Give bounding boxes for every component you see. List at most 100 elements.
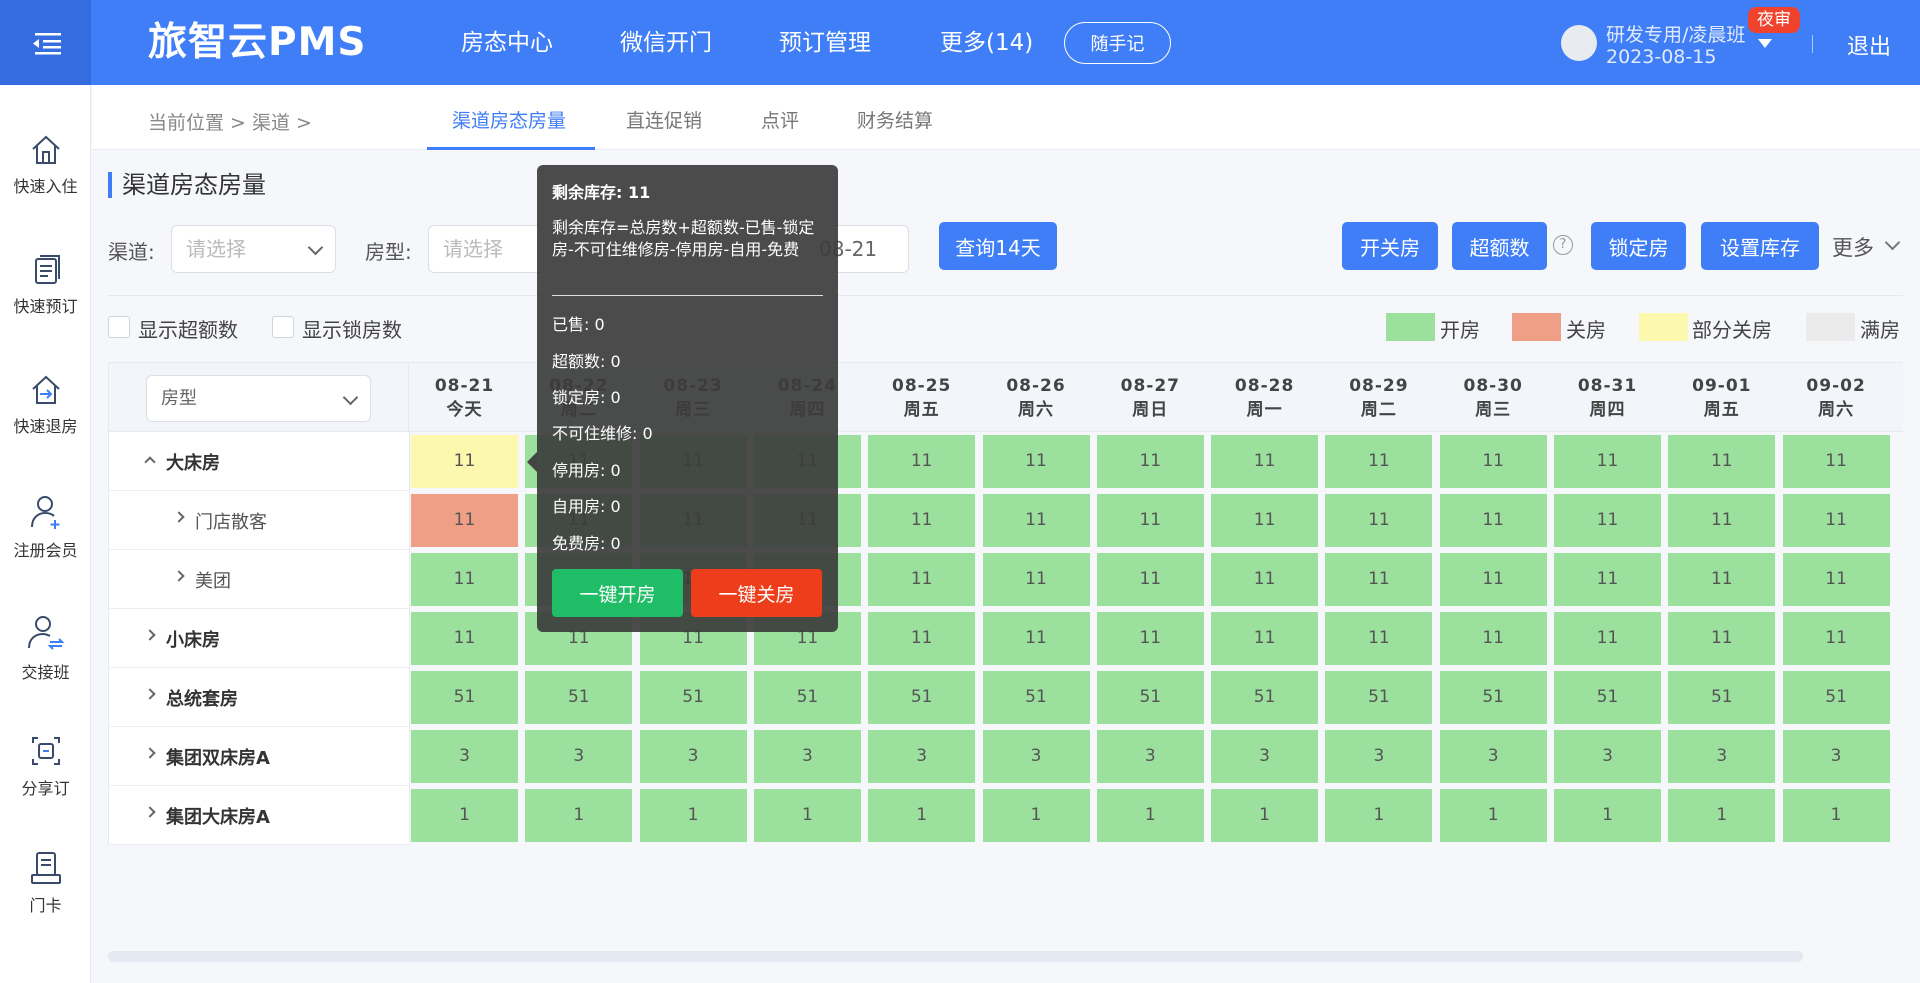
chevron-right-icon[interactable]	[144, 747, 156, 759]
chevron-right-icon[interactable]	[144, 688, 156, 700]
one-click-close-button[interactable]: 一键关房	[691, 569, 822, 617]
tab-finance-settlement[interactable]: 财务结算	[857, 106, 933, 133]
inventory-cell[interactable]: 1	[525, 789, 633, 842]
sidebar-item-quick-checkin[interactable]: 快速入住	[0, 133, 91, 197]
help-icon[interactable]: ?	[1553, 235, 1573, 255]
sidebar-item-door-card[interactable]: 门卡	[0, 850, 91, 916]
inventory-cell[interactable]: 3	[1554, 730, 1661, 783]
inventory-cell[interactable]: 1	[639, 789, 747, 842]
more-dropdown[interactable]: 更多	[1832, 232, 1874, 262]
notes-button[interactable]: 随手记	[1064, 22, 1171, 64]
inventory-cell[interactable]: 11	[1668, 612, 1776, 665]
inventory-cell[interactable]: 11	[1096, 553, 1204, 606]
inventory-cell[interactable]: 11	[868, 435, 976, 488]
chevron-up-icon[interactable]	[144, 456, 156, 468]
inventory-cell[interactable]: 11	[411, 553, 518, 606]
inventory-cell[interactable]: 1	[982, 789, 1090, 842]
inventory-cell[interactable]: 3	[525, 730, 633, 783]
show-locked-checkbox[interactable]	[272, 316, 294, 338]
inventory-cell[interactable]: 51	[982, 671, 1090, 724]
inventory-cell[interactable]: 11	[1439, 494, 1547, 547]
inventory-cell[interactable]: 51	[753, 671, 861, 724]
inventory-cell[interactable]: 11	[1096, 494, 1204, 547]
tab-channel-inventory[interactable]: 渠道房态房量	[452, 106, 566, 133]
inventory-cell[interactable]: 11	[1554, 553, 1661, 606]
channel-select[interactable]: 请选择	[171, 225, 336, 273]
inventory-cell[interactable]: 11	[982, 553, 1090, 606]
menu-toggle-button[interactable]	[0, 0, 91, 85]
inventory-cell[interactable]: 11	[1211, 494, 1319, 547]
inventory-cell[interactable]: 1	[1554, 789, 1661, 842]
logout-button[interactable]: 退出	[1847, 29, 1891, 61]
row-label[interactable]: 门店散客	[108, 491, 409, 550]
inventory-cell[interactable]: 3	[1211, 730, 1319, 783]
nav-room-status[interactable]: 房态中心	[461, 28, 553, 58]
inventory-cell[interactable]: 51	[639, 671, 747, 724]
inventory-cell[interactable]: 1	[868, 789, 976, 842]
inventory-cell[interactable]: 1	[1325, 789, 1433, 842]
inventory-cell[interactable]: 11	[1211, 612, 1319, 665]
inventory-cell[interactable]: 1	[411, 789, 518, 842]
one-click-open-button[interactable]: 一键开房	[552, 569, 683, 617]
inventory-cell[interactable]: 3	[753, 730, 861, 783]
inventory-cell[interactable]: 11	[1211, 553, 1319, 606]
inventory-cell[interactable]: 3	[639, 730, 747, 783]
inventory-cell[interactable]: 51	[1782, 671, 1890, 724]
lock-room-button[interactable]: 锁定房	[1591, 222, 1686, 270]
row-label[interactable]: 集团大床房A	[108, 786, 409, 845]
chevron-right-icon[interactable]	[173, 570, 185, 582]
row-label[interactable]: 小床房	[108, 609, 409, 668]
inventory-cell[interactable]: 11	[1782, 494, 1890, 547]
inventory-cell[interactable]: 11	[1782, 553, 1890, 606]
inventory-cell[interactable]: 3	[411, 730, 518, 783]
inventory-cell[interactable]: 1	[1211, 789, 1319, 842]
inventory-cell[interactable]: 1	[1782, 789, 1890, 842]
show-overbooking-checkbox[interactable]	[108, 316, 130, 338]
sidebar-item-quick-booking[interactable]: 快速预订	[0, 253, 91, 317]
inventory-cell[interactable]: 51	[1439, 671, 1547, 724]
grid-roomtype-select[interactable]: 房型	[146, 375, 371, 422]
inventory-cell[interactable]: 11	[1668, 435, 1776, 488]
chevron-down-icon[interactable]	[1884, 234, 1901, 251]
chevron-down-icon[interactable]	[1758, 39, 1772, 48]
open-close-room-button[interactable]: 开关房	[1342, 222, 1438, 270]
chevron-right-icon[interactable]	[144, 629, 156, 641]
inventory-cell[interactable]: 11	[1325, 553, 1433, 606]
row-label[interactable]: 集团双床房A	[108, 727, 409, 786]
row-label[interactable]: 美团	[108, 550, 409, 609]
night-audit-badge[interactable]: 夜审	[1748, 7, 1800, 33]
sidebar-item-shift-handover[interactable]: 交接班	[0, 613, 91, 683]
inventory-cell[interactable]: 3	[1325, 730, 1433, 783]
nav-reservations[interactable]: 预订管理	[779, 28, 871, 58]
inventory-cell[interactable]: 11	[1439, 612, 1547, 665]
inventory-cell[interactable]: 51	[1325, 671, 1433, 724]
inventory-cell[interactable]: 11	[411, 612, 518, 665]
inventory-cell[interactable]: 51	[411, 671, 518, 724]
inventory-cell[interactable]: 11	[982, 612, 1090, 665]
row-label[interactable]: 总统套房	[108, 668, 409, 727]
inventory-cell[interactable]: 11	[1211, 435, 1319, 488]
user-name[interactable]: 研发专用/凌晨班	[1606, 20, 1745, 47]
avatar[interactable]	[1561, 25, 1597, 61]
inventory-cell[interactable]: 51	[868, 671, 976, 724]
inventory-cell[interactable]: 11	[1325, 435, 1433, 488]
inventory-cell[interactable]: 3	[868, 730, 976, 783]
sidebar-item-quick-checkout[interactable]: 快速退房	[0, 373, 91, 437]
sidebar-item-register-member[interactable]: 注册会员	[0, 493, 91, 561]
inventory-cell[interactable]: 11	[982, 494, 1090, 547]
inventory-cell[interactable]: 51	[525, 671, 633, 724]
inventory-cell[interactable]: 11	[1096, 612, 1204, 665]
inventory-cell[interactable]: 11	[1325, 612, 1433, 665]
inventory-cell[interactable]: 51	[1554, 671, 1661, 724]
inventory-cell[interactable]: 51	[1211, 671, 1319, 724]
overbooking-button[interactable]: 超额数	[1452, 222, 1547, 270]
query-14-days-button[interactable]: 查询14天	[939, 222, 1057, 270]
inventory-cell[interactable]: 11	[1554, 435, 1661, 488]
inventory-cell[interactable]: 11	[1554, 612, 1661, 665]
inventory-cell[interactable]: 11	[868, 612, 976, 665]
inventory-cell[interactable]: 11	[868, 494, 976, 547]
inventory-cell[interactable]: 11	[1782, 435, 1890, 488]
inventory-cell[interactable]: 51	[1668, 671, 1776, 724]
inventory-cell[interactable]: 11	[1668, 494, 1776, 547]
inventory-cell[interactable]: 11	[868, 553, 976, 606]
